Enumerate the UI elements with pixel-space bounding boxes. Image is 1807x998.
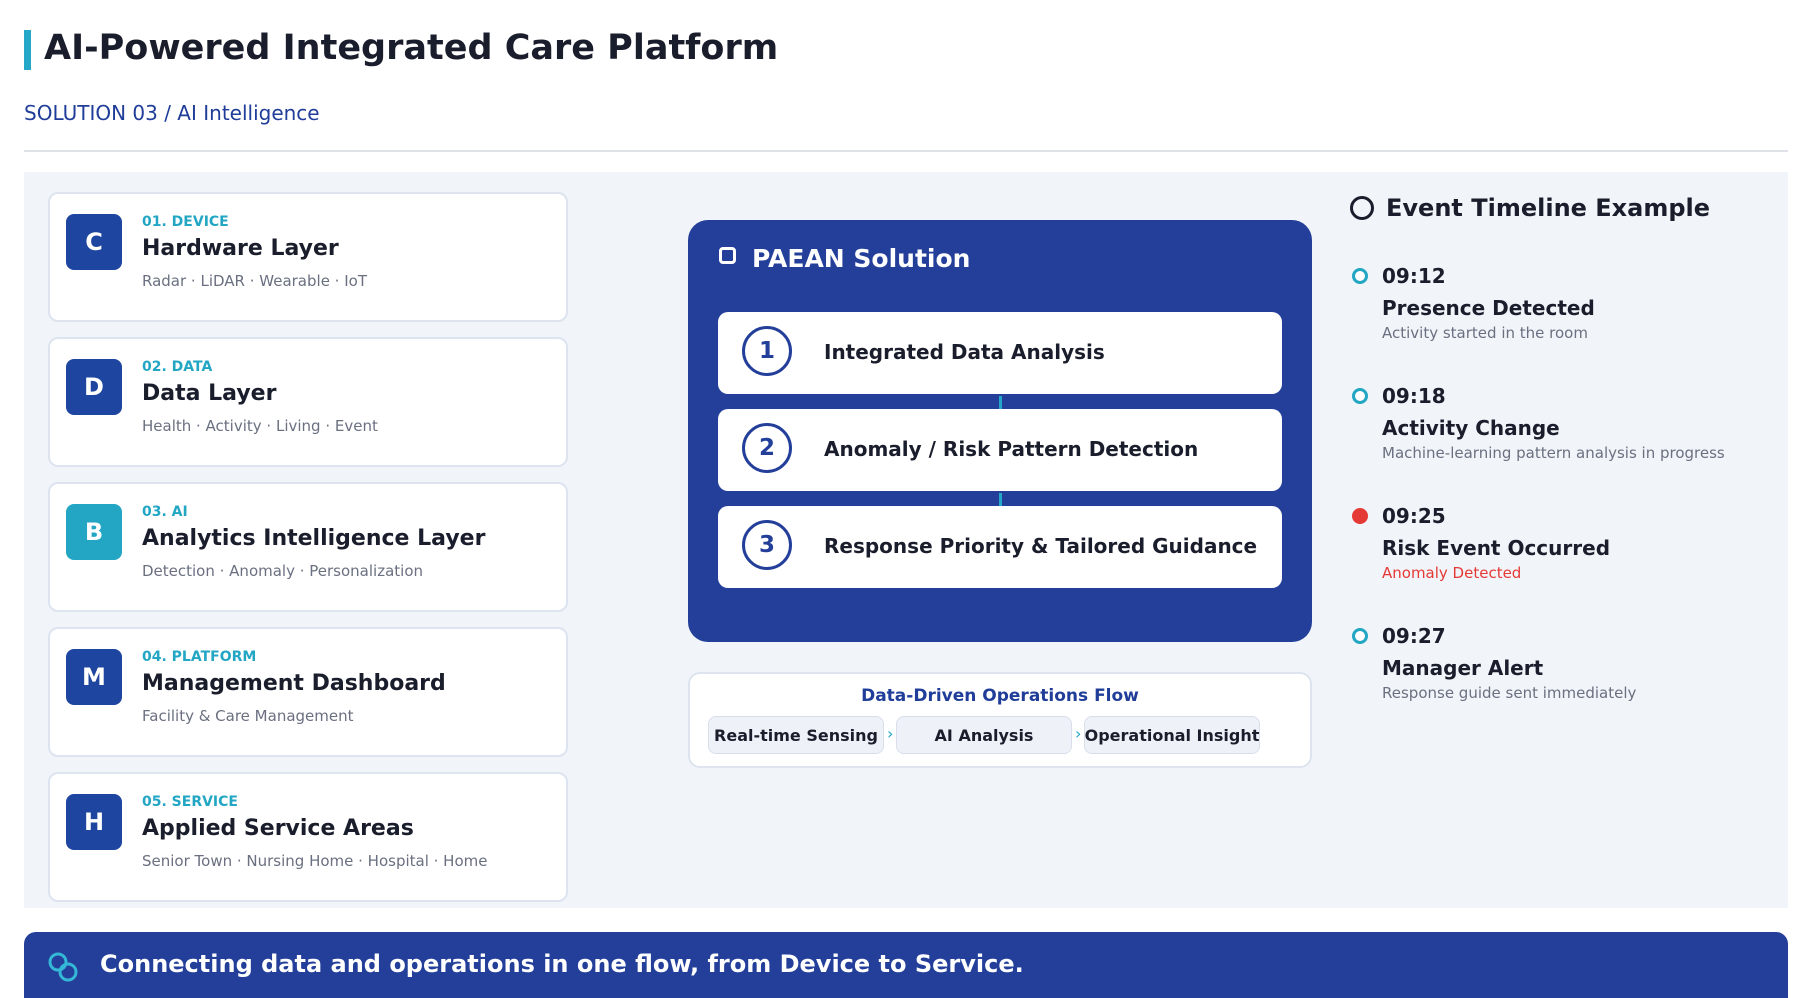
layer-desc: Detection · Anomaly · Personalization (142, 562, 424, 580)
layer-name: Analytics Intelligence Layer (142, 526, 486, 551)
step-label: Anomaly / Risk Pattern Detection (824, 437, 1199, 461)
event-name: Presence Detected (1382, 296, 1595, 320)
layer-name: Management Dashboard (142, 671, 446, 696)
circle-icon (1350, 196, 1374, 220)
layer-tag: 04. PLATFORM (142, 649, 257, 665)
header-divider (24, 150, 1788, 152)
event-name: Risk Event Occurred (1382, 536, 1611, 560)
footer-banner: Connecting data and operations in one fl… (24, 932, 1788, 998)
link-circles-icon (48, 952, 78, 982)
event-time: 09:25 (1382, 504, 1446, 528)
event-time: 09:27 (1382, 624, 1446, 648)
layer-card-service[interactable]: H 05. SERVICE Applied Service Areas Seni… (48, 772, 568, 902)
layer-card-platform[interactable]: M 04. PLATFORM Management Dashboard Faci… (48, 627, 568, 757)
paean-title: PAEAN Solution (752, 244, 971, 273)
timeline-dot-icon (1352, 388, 1368, 404)
layer-badge: B (66, 504, 122, 560)
event-time: 09:18 (1382, 384, 1446, 408)
chevron-right-icon: › (887, 724, 894, 743)
event-time: 09:12 (1382, 264, 1446, 288)
page-subtitle: SOLUTION 03 / AI Intelligence (24, 101, 320, 125)
layer-badge: C (66, 214, 122, 270)
layer-name: Applied Service Areas (142, 816, 414, 841)
paean-solution-card: PAEAN Solution 1 Integrated Data Analysi… (688, 220, 1312, 642)
layer-badge: D (66, 359, 122, 415)
flow-step-insight[interactable]: Operational Insight (1084, 716, 1260, 754)
layer-desc: Senior Town · Nursing Home · Hospital · … (142, 852, 488, 870)
event-name: Manager Alert (1382, 656, 1544, 680)
layer-tag: 03. AI (142, 504, 188, 520)
layer-card-data[interactable]: D 02. DATA Data Layer Health · Activity … (48, 337, 568, 467)
event-desc: Response guide sent immediately (1382, 684, 1637, 702)
layer-tag: 01. DEVICE (142, 214, 229, 230)
flow-title: Data-Driven Operations Flow (861, 686, 1139, 706)
alert-dot-icon (1352, 508, 1368, 524)
layer-badge: M (66, 649, 122, 705)
layer-tag: 02. DATA (142, 359, 213, 375)
layer-badge: H (66, 794, 122, 850)
step-connector (999, 396, 1002, 410)
step-number: 3 (742, 520, 792, 570)
layer-desc: Facility & Care Management (142, 707, 354, 725)
flow-step-analysis[interactable]: AI Analysis (896, 716, 1072, 754)
solution-step-2[interactable]: 2 Anomaly / Risk Pattern Detection (718, 409, 1282, 491)
operations-flow-card: Data-Driven Operations Flow Real-time Se… (688, 672, 1312, 768)
event-name: Activity Change (1382, 416, 1560, 440)
layer-card-device[interactable]: C 01. DEVICE Hardware Layer Radar · LiDA… (48, 192, 568, 322)
step-label: Integrated Data Analysis (824, 340, 1105, 364)
step-connector (999, 493, 1002, 507)
layer-desc: Radar · LiDAR · Wearable · IoT (142, 272, 367, 290)
solution-step-3[interactable]: 3 Response Priority & Tailored Guidance (718, 506, 1282, 588)
layer-name: Hardware Layer (142, 236, 339, 261)
step-number: 1 (742, 326, 792, 376)
layer-tag: 05. SERVICE (142, 794, 238, 810)
timeline-dot-icon (1352, 268, 1368, 284)
step-number: 2 (742, 423, 792, 473)
step-label: Response Priority & Tailored Guidance (824, 534, 1258, 558)
flow-step-sensing[interactable]: Real-time Sensing (708, 716, 884, 754)
square-icon (719, 247, 736, 264)
timeline-title: Event Timeline Example (1386, 194, 1711, 222)
layer-desc: Health · Activity · Living · Event (142, 417, 378, 435)
event-desc: Machine-learning pattern analysis in pro… (1382, 444, 1725, 462)
event-desc: Activity started in the room (1382, 324, 1588, 342)
timeline-dot-icon (1352, 628, 1368, 644)
solution-step-1[interactable]: 1 Integrated Data Analysis (718, 312, 1282, 394)
page-title: AI-Powered Integrated Care Platform (44, 28, 779, 68)
layer-card-ai[interactable]: B 03. AI Analytics Intelligence Layer De… (48, 482, 568, 612)
footer-text: Connecting data and operations in one fl… (100, 950, 1024, 978)
title-accent-bar (24, 30, 31, 70)
layer-name: Data Layer (142, 381, 277, 406)
chevron-right-icon: › (1075, 724, 1082, 743)
event-desc: Anomaly Detected (1382, 564, 1522, 582)
